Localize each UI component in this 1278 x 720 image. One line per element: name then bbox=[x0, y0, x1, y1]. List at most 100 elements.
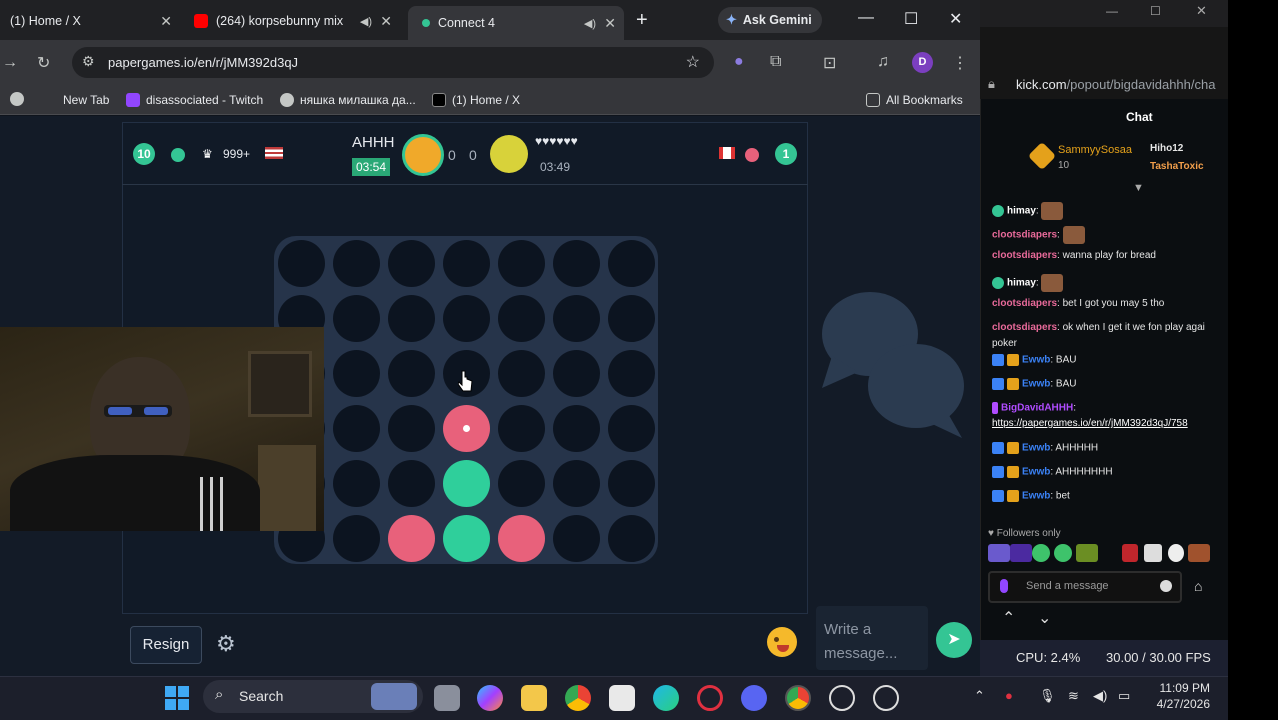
empty-slot[interactable] bbox=[443, 240, 490, 287]
chat-username[interactable]: clootsdiapers bbox=[992, 322, 1057, 333]
empty-slot[interactable] bbox=[388, 405, 435, 452]
tab-connect-4[interactable]: Connect 4 ◀) ✕ bbox=[408, 6, 624, 40]
empty-slot[interactable] bbox=[498, 240, 545, 287]
empty-slot[interactable] bbox=[608, 350, 655, 397]
file-explorer-icon[interactable] bbox=[521, 685, 547, 711]
resign-button[interactable]: Resign bbox=[130, 626, 202, 664]
tab-youtube[interactable]: (264) korpsebunny mix ◀) ✕ bbox=[184, 6, 400, 36]
chat-username[interactable]: himay bbox=[1007, 278, 1036, 289]
chat-username[interactable]: himay bbox=[1007, 206, 1036, 217]
red-disc[interactable] bbox=[443, 405, 490, 452]
empty-slot[interactable] bbox=[278, 240, 325, 287]
tab-x-home[interactable]: (1) Home / X ✕ bbox=[0, 6, 180, 36]
opera-tray-icon[interactable]: ● bbox=[1005, 688, 1013, 703]
opera-icon[interactable] bbox=[697, 685, 723, 711]
show-hidden-icons[interactable]: ⌃ bbox=[974, 688, 985, 704]
maximize-button[interactable]: ☐ bbox=[904, 9, 918, 29]
send-icon[interactable]: ➤ bbox=[936, 622, 972, 658]
empty-slot[interactable] bbox=[553, 405, 600, 452]
chat-link[interactable]: https://papergames.io/en/r/jMM392d3qJ/75… bbox=[992, 418, 1188, 429]
green-disc[interactable] bbox=[443, 515, 490, 562]
media-player-icon[interactable] bbox=[829, 685, 855, 711]
chat-username[interactable]: clootsdiapers bbox=[992, 230, 1057, 241]
bookmark-x[interactable]: (1) Home / X bbox=[432, 93, 520, 107]
red-disc[interactable] bbox=[388, 515, 435, 562]
chat-username[interactable]: Ewwb bbox=[1022, 355, 1050, 366]
system-clock[interactable]: 11:09 PM 4/27/2026 bbox=[1150, 681, 1210, 711]
empty-slot[interactable] bbox=[333, 295, 380, 342]
connect-four-board[interactable] bbox=[274, 236, 658, 564]
expand-icon[interactable]: ▼ bbox=[1133, 182, 1144, 194]
close-icon[interactable]: ✕ bbox=[160, 13, 172, 30]
empty-slot[interactable] bbox=[443, 295, 490, 342]
extensions-puzzle-icon[interactable]: ⧉ bbox=[770, 53, 781, 71]
site-info-icon[interactable]: ⚙ bbox=[82, 53, 95, 70]
taskbar-search[interactable]: ⌕ Search bbox=[203, 680, 423, 713]
wifi-icon[interactable]: ≋ bbox=[1068, 688, 1079, 704]
chat-username[interactable]: Ewwb bbox=[1022, 491, 1050, 502]
windows-start-icon[interactable] bbox=[164, 685, 190, 711]
microsoft-store-icon[interactable] bbox=[609, 685, 635, 711]
chat-username[interactable]: Ewwb bbox=[1022, 379, 1050, 390]
menu-icon[interactable]: ⋮ bbox=[952, 53, 968, 73]
empty-slot[interactable] bbox=[553, 240, 600, 287]
chevron-down-icon[interactable]: ⌄ bbox=[1038, 608, 1051, 628]
microphone-tray-icon[interactable]: 🎙︎ bbox=[1039, 688, 1056, 704]
profile-avatar[interactable]: D bbox=[912, 52, 933, 73]
discord-icon[interactable] bbox=[741, 685, 767, 711]
new-tab-button[interactable]: + bbox=[636, 9, 648, 32]
close-icon[interactable]: ✕ bbox=[604, 15, 616, 32]
edge-icon[interactable] bbox=[653, 685, 679, 711]
empty-slot[interactable] bbox=[388, 240, 435, 287]
close-icon[interactable]: ✕ bbox=[380, 13, 392, 30]
address-bar[interactable]: ⚙ papergames.io/en/r/jMM392d3qJ ☆ bbox=[72, 47, 714, 78]
empty-slot[interactable] bbox=[333, 240, 380, 287]
empty-slot[interactable] bbox=[553, 460, 600, 507]
minimize-button[interactable]: — bbox=[1106, 4, 1118, 18]
green-disc[interactable] bbox=[443, 460, 490, 507]
empty-slot[interactable] bbox=[553, 350, 600, 397]
empty-slot[interactable] bbox=[333, 350, 380, 397]
empty-slot[interactable] bbox=[608, 460, 655, 507]
reload-icon[interactable]: ↻ bbox=[37, 53, 50, 73]
chat-username[interactable]: Ewwb bbox=[1022, 443, 1050, 454]
empty-slot[interactable] bbox=[333, 515, 380, 562]
game-chat-input[interactable]: Write a message... bbox=[816, 606, 928, 670]
chrome-apps-icon[interactable] bbox=[10, 92, 30, 106]
empty-slot[interactable] bbox=[498, 350, 545, 397]
volume-icon[interactable]: ◀) bbox=[1093, 688, 1107, 704]
empty-slot[interactable] bbox=[388, 295, 435, 342]
ask-gemini-button[interactable]: ✦ Ask Gemini bbox=[718, 7, 822, 33]
media-control-icon[interactable]: ♫ bbox=[877, 53, 889, 71]
empty-slot[interactable] bbox=[333, 405, 380, 452]
chat-username[interactable]: clootsdiapers bbox=[992, 250, 1057, 261]
extension-icon[interactable]: ● bbox=[734, 53, 744, 71]
empty-slot[interactable] bbox=[333, 460, 380, 507]
empty-slot[interactable] bbox=[498, 460, 545, 507]
obs-icon[interactable] bbox=[873, 685, 899, 711]
close-window-button[interactable]: ✕ bbox=[1196, 3, 1207, 19]
empty-slot[interactable] bbox=[608, 405, 655, 452]
copilot-icon[interactable] bbox=[477, 685, 503, 711]
forward-icon[interactable]: → bbox=[2, 54, 18, 72]
all-bookmarks[interactable]: All Bookmarks bbox=[866, 93, 963, 107]
chrome-icon[interactable] bbox=[565, 685, 591, 711]
settings-gear-icon[interactable]: ⚙ bbox=[216, 631, 236, 657]
battery-icon[interactable]: ▭ bbox=[1118, 688, 1130, 704]
empty-slot[interactable] bbox=[498, 295, 545, 342]
empty-slot[interactable] bbox=[388, 460, 435, 507]
close-window-button[interactable]: ✕ bbox=[949, 9, 962, 29]
minimize-button[interactable]: — bbox=[858, 9, 874, 27]
bookmark-nyashka[interactable]: няшка милашка да... bbox=[280, 93, 416, 107]
empty-slot[interactable] bbox=[553, 515, 600, 562]
chat-username[interactable]: Ewwb bbox=[1022, 467, 1050, 478]
empty-slot[interactable] bbox=[388, 350, 435, 397]
kick-chat-input[interactable]: Send a message bbox=[988, 571, 1182, 603]
empty-slot[interactable] bbox=[608, 240, 655, 287]
bookmark-new-tab[interactable]: New Tab bbox=[63, 93, 109, 107]
speaker-icon[interactable]: ◀) bbox=[584, 17, 596, 30]
red-disc[interactable] bbox=[498, 515, 545, 562]
chrome-active-icon[interactable] bbox=[785, 685, 811, 711]
emoji-picker-icon[interactable] bbox=[767, 627, 797, 657]
empty-slot[interactable] bbox=[608, 295, 655, 342]
